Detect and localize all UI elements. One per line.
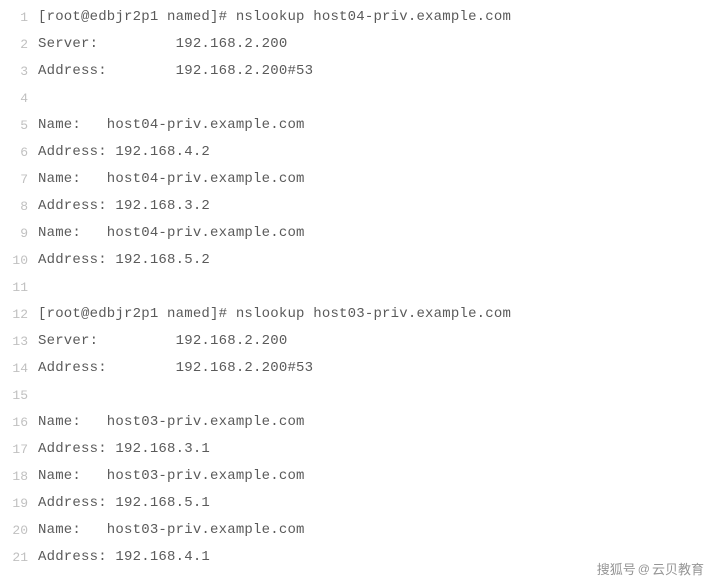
code-line: 15 [0, 382, 712, 409]
line-number: 13 [0, 328, 38, 355]
watermark: 搜狐号 @ 云贝教育 [597, 559, 704, 578]
code-line: 12[root@edbjr2p1 named]# nslookup host03… [0, 301, 712, 328]
code-line: 18Name: host03-priv.example.com [0, 463, 712, 490]
line-number: 14 [0, 355, 38, 382]
line-content: Address: 192.168.3.1 [38, 436, 210, 463]
code-line: 19Address: 192.168.5.1 [0, 490, 712, 517]
line-number: 17 [0, 436, 38, 463]
line-content: Name: host03-priv.example.com [38, 409, 305, 436]
code-line: 13Server: 192.168.2.200 [0, 328, 712, 355]
code-line: 9Name: host04-priv.example.com [0, 220, 712, 247]
code-line: 1[root@edbjr2p1 named]# nslookup host04-… [0, 4, 712, 31]
code-line: 20Name: host03-priv.example.com [0, 517, 712, 544]
line-content: Name: host03-priv.example.com [38, 517, 305, 544]
line-number: 20 [0, 517, 38, 544]
line-number: 10 [0, 247, 38, 274]
line-number: 18 [0, 463, 38, 490]
line-content: Name: host04-priv.example.com [38, 166, 305, 193]
line-number: 2 [0, 31, 38, 58]
line-number: 11 [0, 274, 38, 301]
line-content: [root@edbjr2p1 named]# nslookup host03-p… [38, 301, 511, 328]
line-number: 19 [0, 490, 38, 517]
watermark-left: 搜狐号 [597, 559, 636, 578]
line-content: Address: 192.168.2.200#53 [38, 355, 313, 382]
code-line: 3Address: 192.168.2.200#53 [0, 58, 712, 85]
line-content: Server: 192.168.2.200 [38, 328, 287, 355]
code-line: 2Server: 192.168.2.200 [0, 31, 712, 58]
watermark-at: @ [638, 562, 650, 576]
code-line: 14Address: 192.168.2.200#53 [0, 355, 712, 382]
code-block: 1[root@edbjr2p1 named]# nslookup host04-… [0, 0, 712, 571]
code-line: 6Address: 192.168.4.2 [0, 139, 712, 166]
line-content: Name: host03-priv.example.com [38, 463, 305, 490]
line-number: 7 [0, 166, 38, 193]
code-line: 16Name: host03-priv.example.com [0, 409, 712, 436]
line-content: Address: 192.168.5.2 [38, 247, 210, 274]
code-line: 4 [0, 85, 712, 112]
line-number: 4 [0, 85, 38, 112]
line-number: 3 [0, 58, 38, 85]
line-content: Address: 192.168.4.1 [38, 544, 210, 571]
code-line: 8Address: 192.168.3.2 [0, 193, 712, 220]
line-content: Address: 192.168.5.1 [38, 490, 210, 517]
line-content: Name: host04-priv.example.com [38, 112, 305, 139]
line-number: 8 [0, 193, 38, 220]
code-line: 5Name: host04-priv.example.com [0, 112, 712, 139]
line-number: 15 [0, 382, 38, 409]
line-number: 1 [0, 4, 38, 31]
code-line: 10Address: 192.168.5.2 [0, 247, 712, 274]
watermark-right: 云贝教育 [652, 559, 704, 578]
line-content: Server: 192.168.2.200 [38, 31, 287, 58]
line-number: 12 [0, 301, 38, 328]
line-content: Name: host04-priv.example.com [38, 220, 305, 247]
line-number: 21 [0, 544, 38, 571]
code-line: 11 [0, 274, 712, 301]
line-content: [root@edbjr2p1 named]# nslookup host04-p… [38, 4, 511, 31]
line-number: 6 [0, 139, 38, 166]
line-number: 5 [0, 112, 38, 139]
line-content: Address: 192.168.3.2 [38, 193, 210, 220]
code-line: 7Name: host04-priv.example.com [0, 166, 712, 193]
line-content: Address: 192.168.2.200#53 [38, 58, 313, 85]
line-number: 16 [0, 409, 38, 436]
line-number: 9 [0, 220, 38, 247]
code-line: 17Address: 192.168.3.1 [0, 436, 712, 463]
line-content: Address: 192.168.4.2 [38, 139, 210, 166]
